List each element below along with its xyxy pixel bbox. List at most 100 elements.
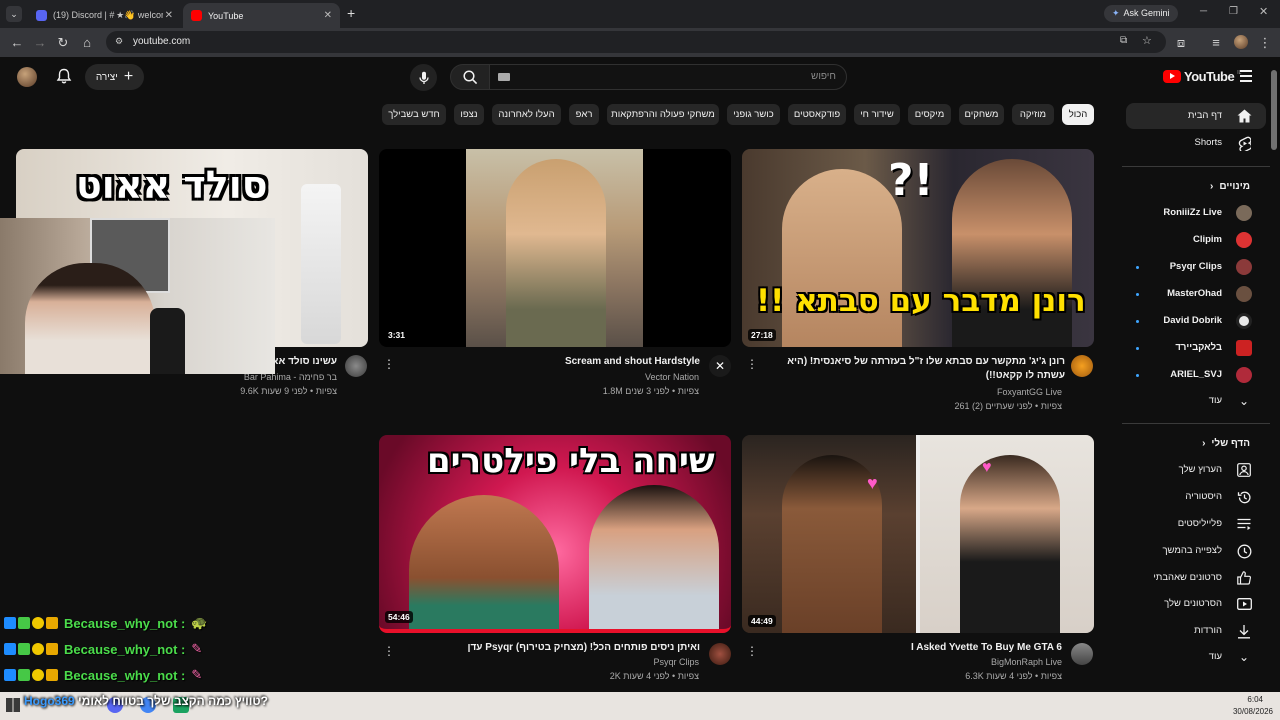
chip-live[interactable]: שידור חי xyxy=(854,104,900,125)
video-title[interactable]: I Asked Yvette To Buy Me GTA 6 xyxy=(760,641,1062,655)
scrollbar[interactable] xyxy=(1271,70,1277,150)
video-thumbnail[interactable]: ♥ ♥ 44:49 xyxy=(742,435,1094,633)
video-metadata: 9.6K צפיות • לפני 9 שעות xyxy=(240,386,337,396)
shorts-icon xyxy=(1236,135,1252,151)
chip-music[interactable]: מוזיקה xyxy=(1012,104,1054,125)
channel-avatar xyxy=(1236,340,1252,356)
clock-time[interactable]: 6:04 xyxy=(1247,695,1263,704)
address-bar[interactable]: ⚙ youtube.com ⧉ ☆ xyxy=(106,31,1166,53)
home-icon[interactable]: ⌂ xyxy=(79,35,95,51)
site-info-icon[interactable]: ⚙ xyxy=(115,36,123,47)
clock-date[interactable]: 30/08/2026 xyxy=(1233,707,1273,716)
youtube-logo[interactable]: YouTube IL xyxy=(1163,69,1241,84)
channel-name[interactable]: Vector Nation xyxy=(500,372,699,382)
video-thumbnail[interactable]: שיחה בלי פילטרים 54:46 xyxy=(379,435,731,633)
sidebar-divider xyxy=(1122,166,1270,167)
sidebar-subscription[interactable]: בלאקביירד xyxy=(1126,335,1266,361)
sidebar-item-watch-later[interactable]: לצפייה בהמשך xyxy=(1126,538,1266,564)
sidebar-item-your-videos[interactable]: הסרטונים שלך xyxy=(1126,591,1266,617)
chip-rap[interactable]: ראפ xyxy=(569,104,599,125)
more-actions-icon[interactable]: ⋮ xyxy=(383,645,395,657)
voice-search-icon[interactable] xyxy=(410,64,437,91)
start-icon[interactable] xyxy=(6,698,20,712)
video-title[interactable]: רונן ג'יג' מתקשר עם סבתא שלו ז"ל בעזרתה … xyxy=(760,355,1065,383)
sidebar-item-shorts[interactable]: Shorts xyxy=(1126,130,1266,156)
tab-youtube-label: YouTube xyxy=(208,10,244,21)
chat-username: Because_why_not : xyxy=(64,667,186,683)
sidebar-item-label: היסטוריה xyxy=(1185,491,1222,502)
profile-avatar[interactable] xyxy=(1234,35,1248,49)
sidebar-item-liked-videos[interactable]: סרטונים שאהבתי xyxy=(1126,565,1266,591)
chip-gaming[interactable]: משחקים xyxy=(959,104,1004,125)
chip-fitness[interactable]: כושר גופני xyxy=(727,104,780,125)
keyboard-icon[interactable] xyxy=(498,73,510,81)
close-window-icon[interactable]: ✕ xyxy=(1259,5,1268,18)
notifications-bell-icon[interactable] xyxy=(56,68,72,90)
sidebar-item-history[interactable]: היסטוריה xyxy=(1126,484,1266,510)
tab-discord[interactable]: (19) Discord | # ★👋 welcome ✕ xyxy=(28,3,181,28)
tab-youtube[interactable]: YouTube ✕ xyxy=(183,3,340,28)
sidebar-item-playlists[interactable]: פלייליסטים xyxy=(1126,511,1266,537)
sidebar-show-more[interactable]: עוד ⌄ xyxy=(1126,644,1266,670)
sidebar-item-your-channel[interactable]: הערוץ שלך xyxy=(1126,457,1266,483)
chip-podcasts[interactable]: פודקאסטים xyxy=(788,104,846,125)
channel-avatar[interactable] xyxy=(1071,355,1093,377)
install-icon[interactable]: ⧉ xyxy=(1120,35,1127,46)
create-button[interactable]: יצירה + xyxy=(85,64,144,90)
video-title[interactable]: עדן Psyqr ואיתן ניסים פותחים הכל! (מצחיק… xyxy=(420,641,700,655)
close-icon[interactable]: ✕ xyxy=(324,10,332,21)
ask-gemini-button[interactable]: ✦ Ask Gemini xyxy=(1104,5,1178,22)
search-input[interactable]: חיפוש xyxy=(489,64,847,90)
search-button[interactable] xyxy=(450,64,490,90)
sidebar-subscription[interactable]: RoniiiZz Live xyxy=(1126,200,1266,226)
back-icon[interactable]: ← xyxy=(9,35,25,51)
chip-mixes[interactable]: מיקסים xyxy=(908,104,951,125)
more-actions-icon[interactable]: ⋮ xyxy=(746,358,758,370)
channel-name[interactable]: BigMonRaph Live xyxy=(860,657,1062,667)
sidebar-item-downloads[interactable]: הורדות xyxy=(1126,618,1266,644)
channel-avatar[interactable] xyxy=(709,643,731,665)
sidebar-item-home[interactable]: דף הבית xyxy=(1126,103,1266,129)
media-icon[interactable]: ≡ xyxy=(1208,35,1224,51)
channel-avatar[interactable]: ✕ xyxy=(709,355,731,377)
channel-name: ARIEL_SVJ xyxy=(1170,369,1222,380)
chip-all[interactable]: הכול xyxy=(1062,104,1094,125)
minimize-icon[interactable]: ─ xyxy=(1200,6,1207,17)
more-actions-icon[interactable]: ⋮ xyxy=(383,358,395,370)
video-thumbnail[interactable]: !! רונן מדבר עם סבתא ?! 27:18 xyxy=(742,149,1094,347)
restore-icon[interactable]: ❐ xyxy=(1229,6,1238,17)
more-actions-icon[interactable]: ⋮ xyxy=(746,645,758,657)
more-menu-icon[interactable]: ⋮ xyxy=(1257,35,1273,51)
forward-icon[interactable]: → xyxy=(32,35,48,51)
sidebar-subscription[interactable]: Clipim xyxy=(1126,227,1266,253)
channel-name[interactable]: Psyqr Clips xyxy=(500,657,699,667)
channel-avatar[interactable] xyxy=(345,355,367,377)
sidebar-subscription[interactable]: Psyqr Clips xyxy=(1126,254,1266,280)
home-icon xyxy=(1236,108,1252,124)
subscriptions-heading[interactable]: › מינויים xyxy=(1210,181,1250,192)
video-metadata: 1.8M צפיות • לפני 3 שנים xyxy=(602,386,699,396)
chip-watched[interactable]: נצפו xyxy=(454,104,484,125)
sidebar-subscription[interactable]: David Dobrik xyxy=(1126,308,1266,334)
video-title[interactable]: Scream and shout Hardstyle xyxy=(420,355,700,369)
bookmark-star-icon[interactable]: ☆ xyxy=(1142,34,1152,47)
channel-name[interactable]: FoxyantGG Live xyxy=(860,387,1062,397)
sidebar-show-more[interactable]: עוד ⌄ xyxy=(1126,388,1266,414)
video-thumbnail[interactable]: 3:31 xyxy=(379,149,731,347)
you-heading[interactable]: › הדף שלי xyxy=(1202,438,1250,449)
chevron-down-icon: ⌄ xyxy=(1238,650,1250,664)
sidebar-subscription[interactable]: ARIEL_SVJ xyxy=(1126,362,1266,388)
channel-avatar[interactable] xyxy=(1071,643,1093,665)
close-icon[interactable]: ✕ xyxy=(165,10,173,21)
sidebar-subscription[interactable]: MasterOhad xyxy=(1126,281,1266,307)
avatar[interactable] xyxy=(17,67,37,87)
sidebar-item-label: הערוץ שלך xyxy=(1178,464,1222,475)
tab-list-icon[interactable]: ⌄ xyxy=(6,6,22,22)
new-tab-button[interactable]: + xyxy=(347,5,355,21)
chip-recently-uploaded[interactable]: העלו לאחרונה xyxy=(492,104,561,125)
chip-action-adventure[interactable]: משחקי פעולה והרפתקאות xyxy=(607,104,719,125)
reload-icon[interactable]: ↻ xyxy=(55,35,71,51)
extensions-icon[interactable]: ⧈ xyxy=(1173,35,1189,51)
chip-new-to-you[interactable]: חדש בשבילך xyxy=(382,104,446,125)
hamburger-menu-icon[interactable] xyxy=(1240,70,1252,85)
